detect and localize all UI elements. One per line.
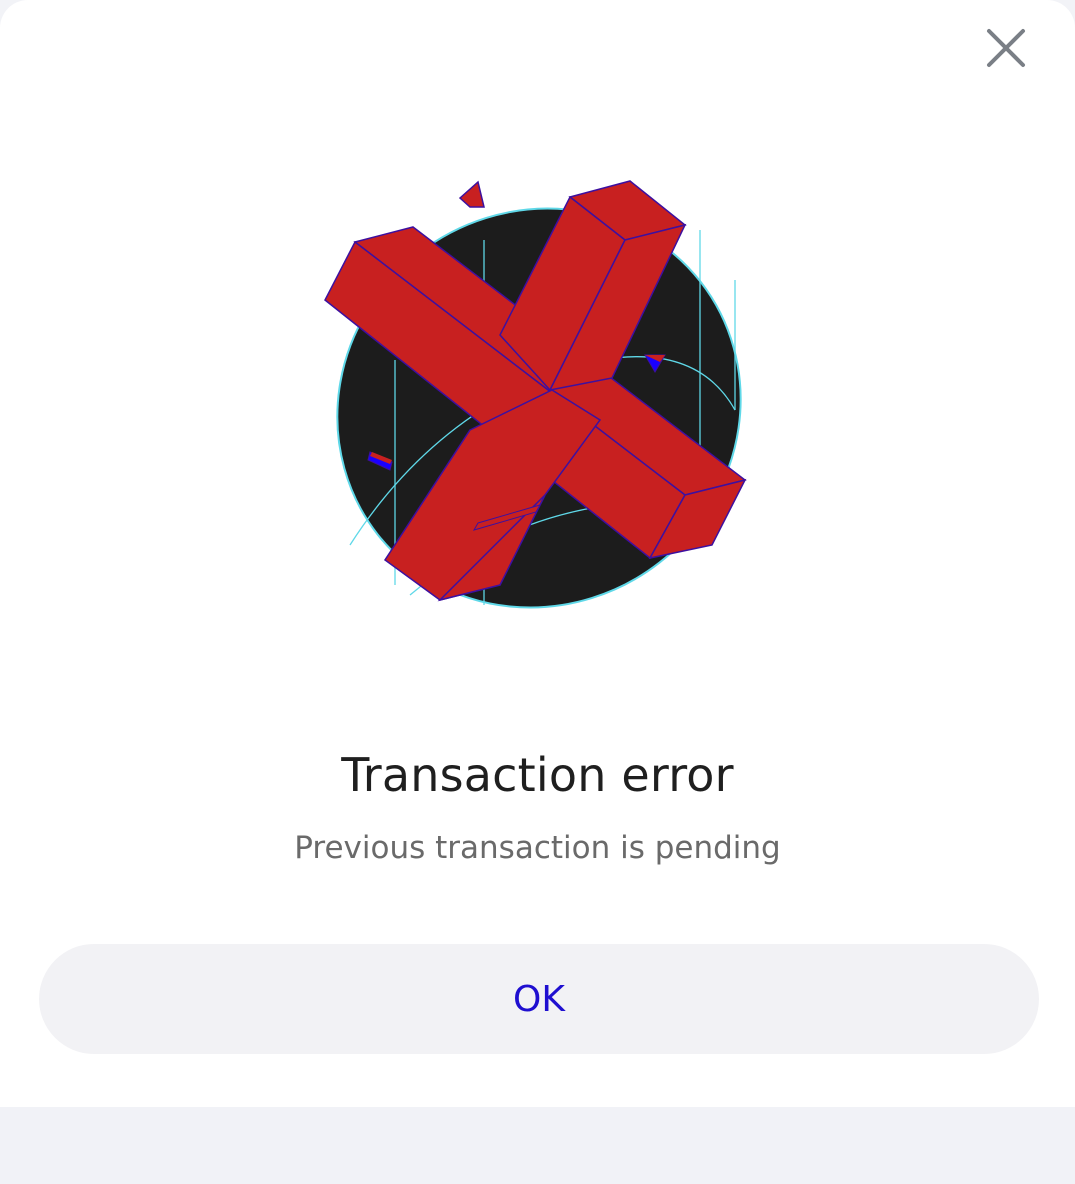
- error-dialog: Transaction error Previous transaction i…: [0, 0, 1075, 1107]
- dialog-message: Previous transaction is pending: [294, 830, 781, 866]
- close-button[interactable]: [975, 17, 1037, 79]
- ok-button-label: OK: [513, 978, 565, 1020]
- close-icon: [987, 29, 1025, 67]
- error-x-illustration: [324, 180, 747, 609]
- dialog-title: Transaction error: [341, 748, 734, 802]
- bottom-navigation-area: [0, 1107, 1075, 1184]
- ok-button[interactable]: OK: [39, 944, 1039, 1054]
